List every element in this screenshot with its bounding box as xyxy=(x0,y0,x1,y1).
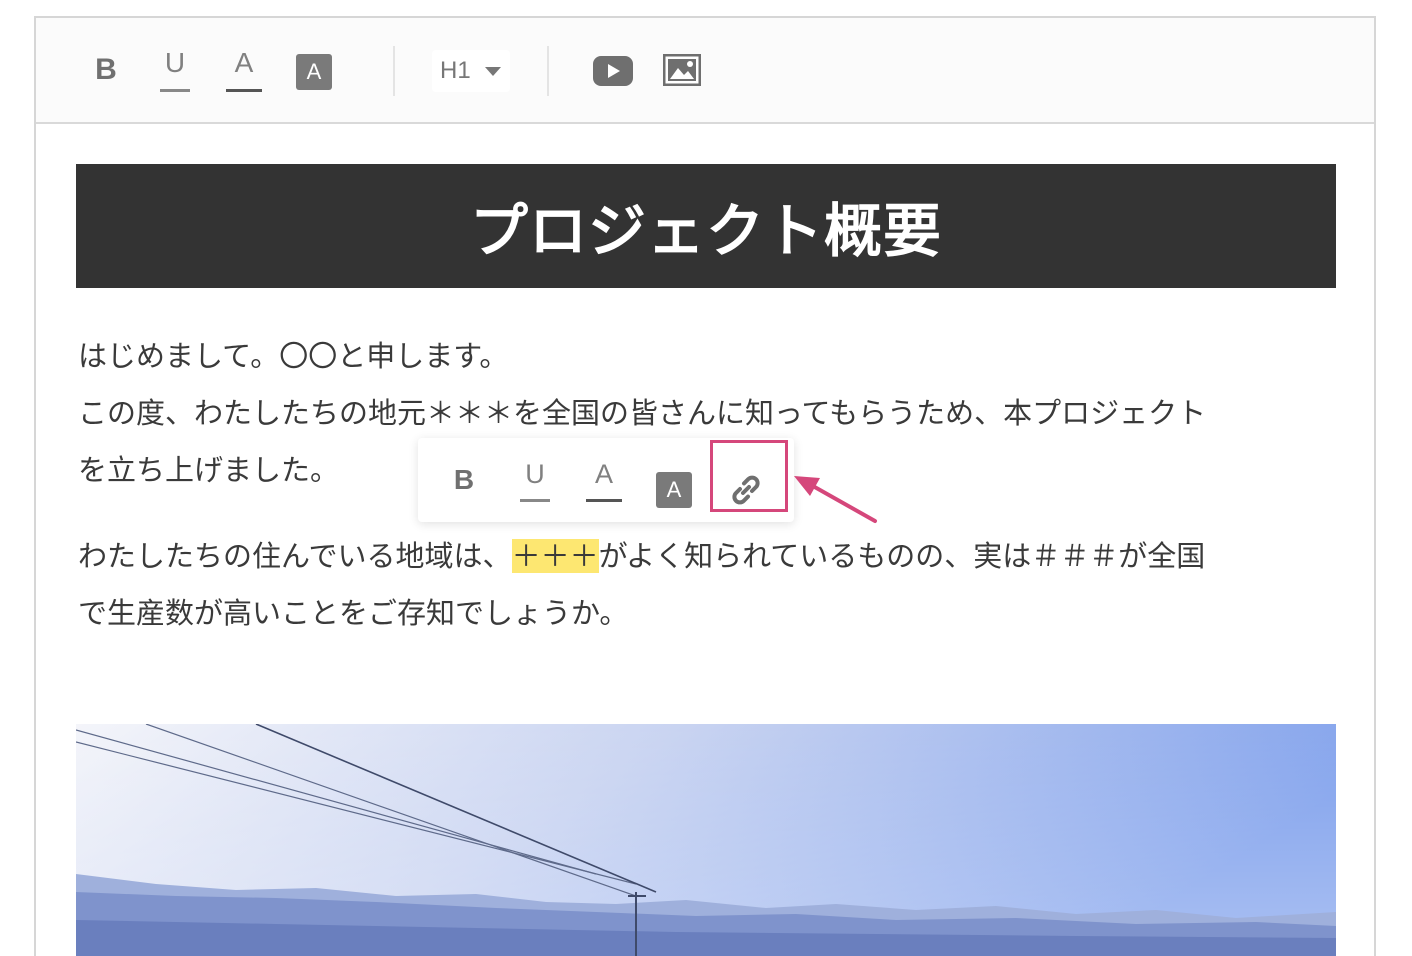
section-heading-text: プロジェクト概要 xyxy=(469,197,942,265)
text-color-indicator xyxy=(226,89,262,92)
floating-background-color-button[interactable]: A xyxy=(656,472,692,508)
floating-text-color-button[interactable]: A xyxy=(586,456,622,502)
image-icon[interactable] xyxy=(662,52,702,88)
floating-bold-button[interactable]: B xyxy=(446,458,482,502)
floating-underline-indicator xyxy=(520,499,550,502)
heading-select[interactable]: H1 xyxy=(432,50,510,92)
youtube-icon[interactable] xyxy=(592,54,634,88)
paragraph-2-text: がよく知られているものの、実は＃＃＃が全国 xyxy=(598,539,1206,573)
rich-text-editor: B U A A H1 プロジェクト概要 はじめまして。〇〇と申します。 この度、… xyxy=(34,16,1376,956)
floating-text-color-label: A xyxy=(594,458,613,489)
section-heading[interactable]: プロジェクト概要 xyxy=(76,164,1336,288)
background-color-button[interactable]: A xyxy=(296,54,332,90)
floating-underline-label: U xyxy=(525,458,545,489)
chevron-down-icon xyxy=(484,66,501,76)
underline-label: U xyxy=(164,47,186,78)
underline-indicator xyxy=(160,89,190,92)
text-color-button[interactable]: A xyxy=(226,44,262,92)
landscape-image[interactable] xyxy=(76,724,1336,956)
floating-bold-label: B xyxy=(453,464,475,495)
toolbar-divider xyxy=(393,46,395,96)
paragraph-2-line-2: で生産数が高いことをご存知でしょうか。 xyxy=(78,596,629,630)
bold-button[interactable]: B xyxy=(88,48,124,92)
editor-toolbar: B U A A H1 xyxy=(36,18,1374,124)
toolbar-divider xyxy=(547,46,549,96)
bg-color-label: A xyxy=(306,59,322,84)
link-button-highlight xyxy=(710,440,788,512)
paragraph-1-line-2: この度、わたしたちの地元＊＊＊を全国の皆さんに知ってもらうため、本プロジェクト xyxy=(78,396,1207,430)
paragraph-2-text: わたしたちの住んでいる地域は、 xyxy=(78,539,512,573)
paragraph-2[interactable]: わたしたちの住んでいる地域は、＋＋＋がよく知られているものの、実は＃＃＃が全国 … xyxy=(78,528,1340,642)
paragraph-1-line-1: はじめまして。〇〇と申します。 xyxy=(78,339,509,373)
pointer-arrow-icon xyxy=(794,476,877,523)
floating-bg-color-label: A xyxy=(666,477,682,502)
heading-select-value: H1 xyxy=(440,57,471,84)
paragraph-1-line-3: を立ち上げました。 xyxy=(78,453,340,487)
floating-underline-button[interactable]: U xyxy=(520,456,550,502)
bold-label: B xyxy=(95,53,117,86)
text-color-label: A xyxy=(234,47,254,78)
underline-button[interactable]: U xyxy=(160,44,190,92)
floating-text-color-indicator xyxy=(586,499,622,502)
highlighted-text[interactable]: ＋＋＋ xyxy=(511,539,599,573)
